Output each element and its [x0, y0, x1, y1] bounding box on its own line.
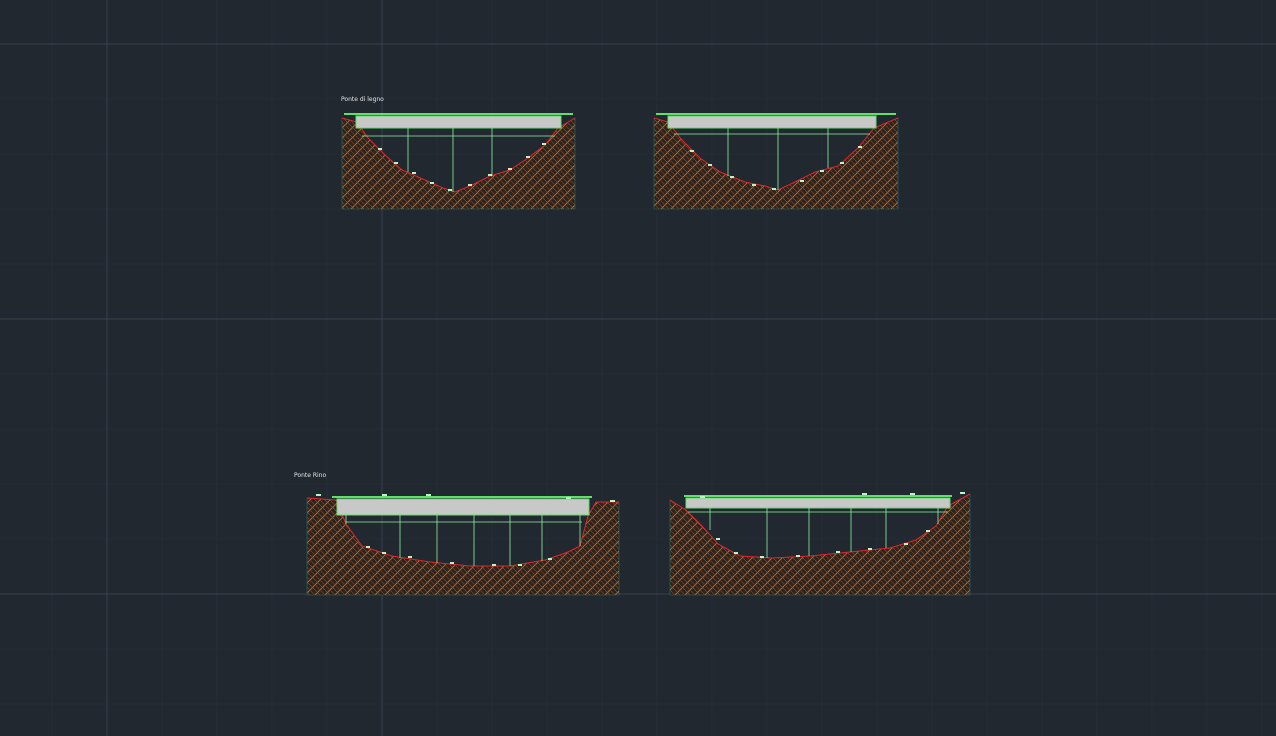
bridge-deck [685, 497, 951, 509]
label-ponte-di-legno: Ponte di legno [341, 96, 384, 103]
section-top-left[interactable]: Ponte di legno [341, 96, 576, 210]
bridge-deck [667, 115, 877, 129]
section-bottom-left[interactable]: Ponte Rino [294, 472, 620, 596]
bridge-deck [336, 498, 590, 516]
background-grid [0, 0, 1276, 736]
soil-body [341, 117, 576, 210]
label-ponte-rino: Ponte Rino [294, 472, 326, 479]
soil-body [653, 117, 899, 210]
section-bottom-right[interactable] [669, 492, 971, 596]
soil-body [669, 493, 971, 596]
bridge-deck [355, 115, 562, 129]
cad-drawing-canvas[interactable]: Ponte di legno Ponte Rino [0, 0, 1276, 736]
section-top-right[interactable] [653, 113, 899, 210]
